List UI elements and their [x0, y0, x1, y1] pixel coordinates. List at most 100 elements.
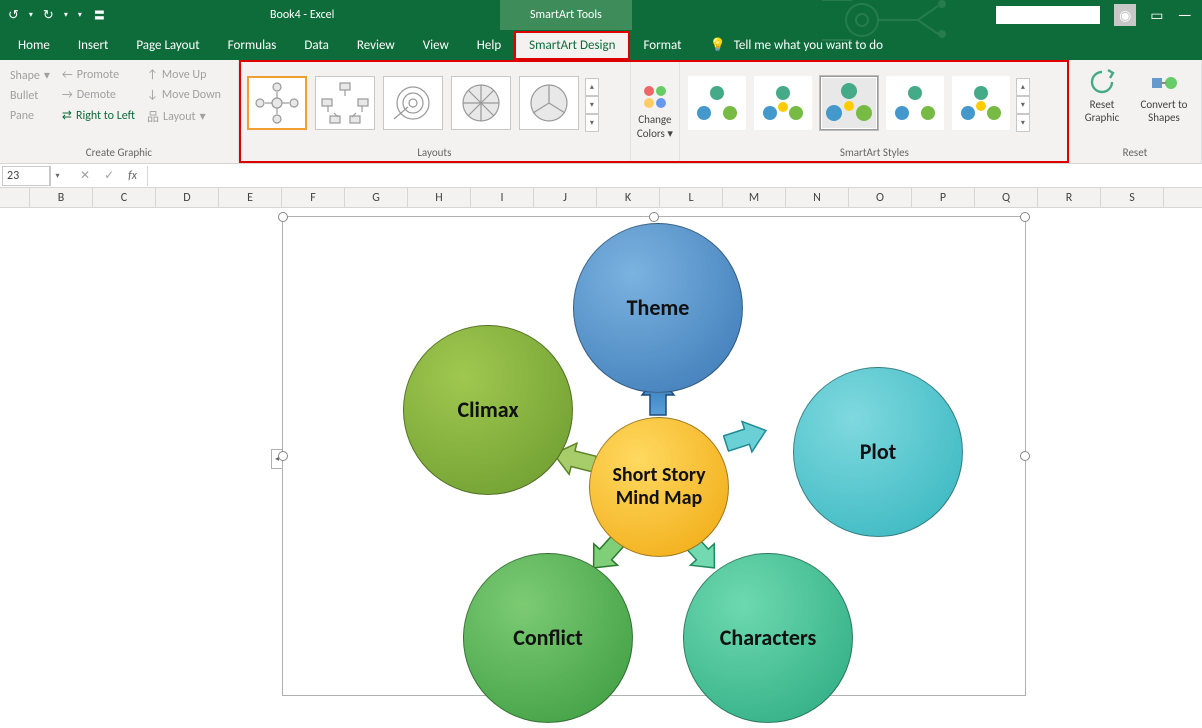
tab-review[interactable]: Review [343, 32, 409, 59]
col-G[interactable]: G [345, 188, 408, 207]
col-H[interactable]: H [408, 188, 471, 207]
col-R[interactable]: R [1038, 188, 1101, 207]
move-down-button[interactable]: ↓ Move Down [143, 86, 225, 104]
tab-smartart-design[interactable]: SmartArt Design [515, 32, 629, 59]
reset-icon [1088, 68, 1116, 96]
col-D[interactable]: D [156, 188, 219, 207]
smartart-object[interactable]: ◂ Short Story Mind Map Theme Plot Charac… [282, 216, 1026, 696]
minimize-icon[interactable]: — [1178, 6, 1192, 25]
fx-icon[interactable]: fx [128, 169, 137, 183]
layout-button[interactable]: 品 Layout ▾ [143, 106, 225, 127]
undo-dropdown-icon[interactable]: ▾ [25, 8, 37, 22]
account-icon[interactable]: ◉ [1114, 4, 1136, 26]
cancel-icon[interactable]: ✕ [80, 168, 90, 183]
layout-option-4[interactable] [451, 76, 511, 130]
node-characters[interactable]: Characters [683, 553, 853, 723]
node-conflict[interactable]: Conflict [463, 553, 633, 723]
col-B[interactable]: B [30, 188, 93, 207]
tab-formulas[interactable]: Formulas [214, 32, 291, 59]
tab-home[interactable]: Home [4, 32, 64, 59]
tab-insert[interactable]: Insert [64, 32, 123, 59]
context-tab-smartart-tools[interactable]: SmartArt Tools [500, 0, 632, 30]
tell-me-label: Tell me what you want to do [734, 38, 883, 53]
spin-up-icon[interactable]: ▴ [585, 78, 599, 96]
col-Q[interactable]: Q [975, 188, 1038, 207]
layouts-gallery-spinner[interactable]: ▴▾▾ [585, 78, 599, 132]
document-title: Book4 - Excel [270, 8, 334, 22]
move-up-button[interactable]: ↑ Move Up [143, 66, 225, 84]
name-box-dropdown-icon[interactable]: ▾ [50, 166, 64, 186]
highlighted-layouts-and-styles: ▴▾▾ Layouts Change Colors ▾ [239, 60, 1069, 163]
redo-dropdown-icon[interactable]: ▾ [60, 8, 72, 22]
title-bar: ↺ ▾ ↻ ▾ ▾ 〓 Book4 - Excel SmartArt Tools… [0, 0, 1202, 30]
col-S[interactable]: S [1101, 188, 1164, 207]
undo-icon[interactable]: ↺ [4, 6, 23, 25]
node-plot[interactable]: Plot [793, 367, 963, 537]
col-K[interactable]: K [597, 188, 660, 207]
add-shape-button[interactable]: Shape ▾ [6, 66, 54, 85]
promote-button[interactable]: ← Promote [58, 66, 139, 84]
col-L[interactable]: L [660, 188, 723, 207]
shape-label: Shape [10, 69, 40, 83]
col-P[interactable]: P [912, 188, 975, 207]
worksheet-canvas[interactable]: ◂ Short Story Mind Map Theme Plot Charac… [0, 208, 1202, 728]
layout-option-5[interactable] [519, 76, 579, 130]
ribbon: Shape ▾ Bullet Pane ← Promote → Demote ⇄… [0, 60, 1202, 164]
enter-icon[interactable]: ✓ [104, 168, 114, 183]
group-create-graphic: Shape ▾ Bullet Pane ← Promote → Demote ⇄… [0, 60, 239, 163]
smartart-diagram: Short Story Mind Map Theme Plot Characte… [283, 217, 1025, 695]
tab-page-layout[interactable]: Page Layout [122, 32, 213, 59]
spin-more-icon[interactable]: ▾ [585, 114, 599, 132]
name-box[interactable]: 23 [2, 166, 50, 186]
group-label-reset: Reset [1069, 146, 1201, 163]
col-N[interactable]: N [786, 188, 849, 207]
col-J[interactable]: J [534, 188, 597, 207]
styles-gallery-spinner[interactable]: ▴▾▾ [1016, 78, 1030, 132]
tab-view[interactable]: View [409, 32, 463, 59]
formula-bar: 23 ▾ ✕ ✓ fx [0, 164, 1202, 188]
group-label-create-graphic: Create Graphic [0, 146, 238, 163]
change-colors-icon [641, 83, 669, 111]
style-option-4[interactable] [886, 76, 944, 130]
add-bullet-button[interactable]: Bullet [6, 87, 54, 105]
layout-option-3[interactable] [383, 76, 443, 130]
convert-icon [1150, 68, 1178, 96]
node-climax[interactable]: Climax [403, 325, 573, 495]
group-reset: Reset Graphic Convert to Shapes Reset [1069, 60, 1202, 163]
spin-down-icon[interactable]: ▾ [585, 96, 599, 114]
col-I[interactable]: I [471, 188, 534, 207]
right-to-left-button[interactable]: ⇄ Right to Left [58, 106, 139, 125]
col-C[interactable]: C [93, 188, 156, 207]
group-label-styles: SmartArt Styles [680, 146, 1069, 163]
quick-access-toolbar: ↺ ▾ ↻ ▾ ▾ 〓 [0, 5, 109, 25]
qat-customize-icon[interactable]: ▾ [74, 8, 86, 22]
tab-format[interactable]: Format [629, 32, 695, 59]
spin-more-icon[interactable]: ▾ [1016, 114, 1030, 132]
col-F[interactable]: F [282, 188, 345, 207]
style-option-1[interactable] [688, 76, 746, 130]
node-theme[interactable]: Theme [573, 223, 743, 393]
col-M[interactable]: M [723, 188, 786, 207]
layout-option-2[interactable] [315, 76, 375, 130]
node-center[interactable]: Short Story Mind Map [589, 417, 729, 557]
col-E[interactable]: E [219, 188, 282, 207]
formula-input[interactable] [147, 166, 1202, 186]
style-option-3[interactable] [820, 76, 878, 130]
spin-up-icon[interactable]: ▴ [1016, 78, 1030, 96]
style-option-5[interactable] [952, 76, 1010, 130]
spin-down-icon[interactable]: ▾ [1016, 96, 1030, 114]
redo-icon[interactable]: ↻ [39, 6, 58, 25]
ribbon-display-icon[interactable]: ▭ [1150, 7, 1163, 24]
demote-button[interactable]: → Demote [58, 86, 139, 104]
layout-option-1[interactable] [247, 76, 307, 130]
tab-data[interactable]: Data [290, 32, 343, 59]
text-pane-button[interactable]: Pane [6, 107, 54, 125]
style-option-2[interactable] [754, 76, 812, 130]
convert-to-shapes-button[interactable]: Convert to Shapes [1133, 64, 1195, 128]
reset-graphic-button[interactable]: Reset Graphic [1075, 64, 1129, 128]
search-or-signin-input[interactable] [996, 6, 1100, 24]
tell-me[interactable]: 💡 Tell me what you want to do [710, 38, 884, 53]
change-colors-button[interactable]: Change Colors ▾ [631, 60, 679, 163]
tab-help[interactable]: Help [463, 32, 515, 59]
col-O[interactable]: O [849, 188, 912, 207]
